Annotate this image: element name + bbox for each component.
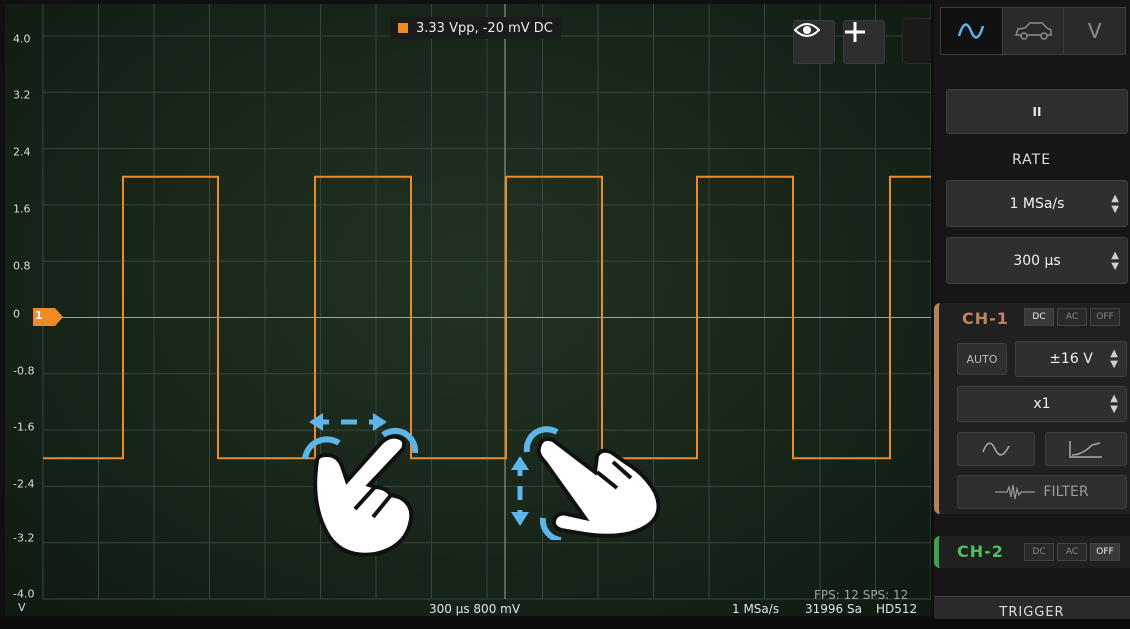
scope-display[interactable]: 4.0 3.2 2.4 1.6 0.8 0 -0.8 -1.6 -2.4 -3.… [5,4,931,616]
ch1-probe-value: x1 [1033,396,1051,412]
timebase-select[interactable]: 300 µs ▲ ▼ [946,237,1128,284]
car-icon [1014,22,1052,40]
scale-readout: 300 µs 800 mV [429,602,521,616]
ch2-dc-button[interactable]: DC [1024,543,1054,561]
ch2-off-button[interactable]: OFF [1090,543,1120,561]
fps-readout: FPS: 12 SPS: 12 [814,588,909,602]
y-tick-label: 0.8 [13,259,31,273]
y-tick-label: 2.4 [13,145,31,159]
ch1-auto-button[interactable]: AUTO [957,343,1007,375]
tab-voltmeter[interactable]: V [1064,8,1125,54]
sample-rate-select[interactable]: 1 MSa/s ▲ ▼ [946,180,1128,227]
lowpass-filter-icon [1069,441,1102,458]
ch1-probe-select[interactable]: x1 ▲ ▼ [957,386,1127,422]
ch1-filter-button[interactable]: FILTER [957,475,1127,509]
ch1-bandwidth-button[interactable] [1045,432,1127,466]
y-tick-label: -0.8 [13,364,35,378]
vertical-pinch-gesture-icon [511,426,661,540]
pause-icon: II [1032,104,1042,119]
mode-readout: HD512 [876,602,918,616]
tab-oscilloscope[interactable] [941,8,1003,54]
ch1-dc-button[interactable]: DC [1024,308,1054,326]
channel-color-swatch [398,23,408,33]
channel-marker-label: 1 [35,309,43,322]
y-tick-label: 0 [13,307,20,321]
channel-1-ground-marker[interactable]: 1 [33,308,65,326]
ch1-off-button[interactable]: OFF [1090,308,1120,326]
timebase-value: 300 µs [1013,252,1061,269]
ch2-ac-button[interactable]: AC [1057,543,1087,561]
mode-tabs: V [940,7,1126,55]
ch1-ac-button[interactable]: AC [1057,308,1087,326]
trigger-section-header[interactable]: TRIGGER [934,596,1130,620]
channel-1-panel: CH-1 DC AC OFF AUTO ±16 V ▲ ▼ x1 ▲ ▼ FILTE… [934,303,1130,514]
channel-1-label: CH-1 [962,309,1009,328]
y-tick-label: 1.6 [13,202,31,216]
wave-icon [958,23,985,39]
y-tick-label: -3.2 [13,531,35,545]
filter-wave-icon [995,484,1036,500]
updown-icon: ▲ ▼ [1111,192,1119,215]
sample-count-readout: 31996 Sa [805,602,862,616]
y-tick-label: 3.2 [13,88,31,102]
channel-2-label: CH-2 [957,542,1004,561]
add-button[interactable] [843,20,885,64]
updown-icon: ▲ ▼ [1110,348,1118,370]
oscilloscope-app: 4.0 3.2 2.4 1.6 0.8 0 -0.8 -1.6 -2.4 -3.… [0,0,1130,620]
plus-icon [845,22,865,42]
ch1-invert-button[interactable] [957,432,1035,466]
y-tick-label: 4.0 [13,32,31,46]
filter-label: FILTER [1043,484,1089,500]
panel-toggle-handle[interactable] [902,18,931,64]
eye-button[interactable] [793,20,835,64]
sine-wave-icon [982,442,1010,456]
sample-rate-readout: 1 MSa/s [732,602,780,616]
updown-icon: ▲ ▼ [1110,393,1118,415]
updown-icon: ▲ ▼ [1111,249,1119,272]
measurement-readout[interactable]: 3.33 Vpp, -20 mV DC [390,17,561,39]
volt-unit-label: V [18,601,26,614]
horizontal-pinch-gesture-icon [302,413,419,557]
channel-2-panel: CH-2 DC AC OFF [934,536,1130,568]
ch1-range-select[interactable]: ±16 V ▲ ▼ [1015,341,1127,377]
tab-automotive[interactable] [1003,8,1065,54]
measurement-text: 3.33 Vpp, -20 mV DC [416,20,553,36]
eye-icon [794,23,820,37]
rate-label: RATE [1012,152,1052,168]
y-tick-label: -4.0 [13,587,35,601]
y-tick-label: -1.6 [13,420,35,434]
pause-button[interactable]: II [946,89,1128,134]
y-tick-label: -2.4 [13,477,35,491]
scope-grid-and-trace [42,4,931,600]
ch1-range-value: ±16 V [1049,351,1093,367]
sample-rate-value: 1 MSa/s [1009,195,1065,212]
control-panel: V II RATE 1 MSa/s ▲ ▼ 300 µs ▲ ▼ CH-1 DC A… [934,0,1130,620]
